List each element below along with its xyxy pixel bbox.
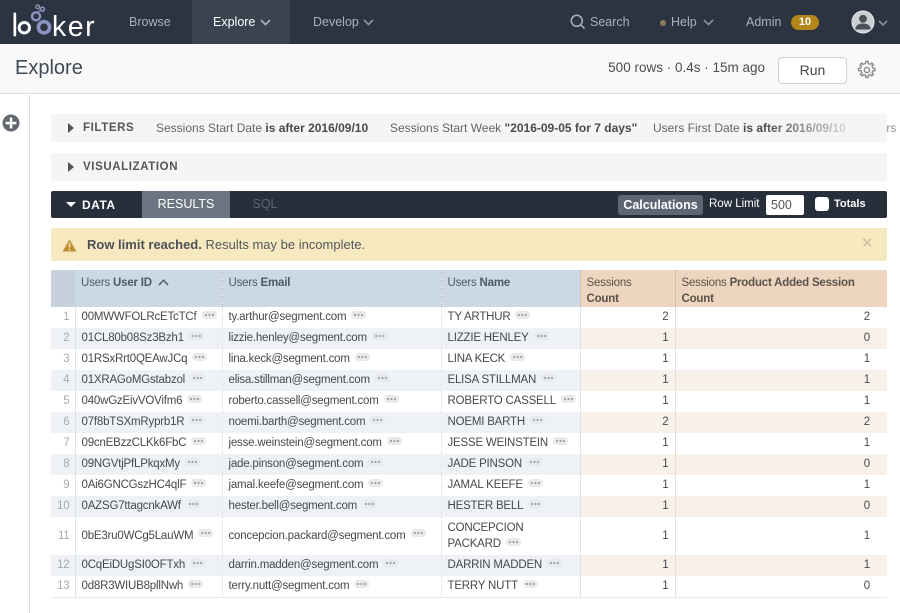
svg-text:ker: ker	[52, 11, 96, 43]
